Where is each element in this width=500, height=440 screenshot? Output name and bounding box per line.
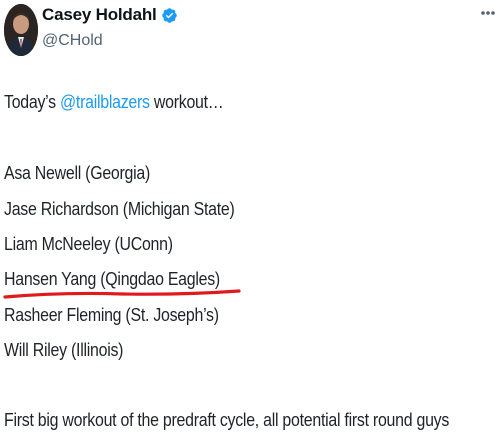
tweet-closing: First big workout of the predraft cycle,… — [4, 409, 450, 430]
verified-badge-icon — [161, 7, 178, 24]
more-options-icon[interactable] — [480, 10, 496, 16]
author-handle[interactable]: @CHold — [42, 32, 103, 50]
red-underline-annotation — [3, 289, 241, 299]
player-line-2: Jase Richardson (Michigan State) — [4, 198, 235, 219]
intro-suffix: workout… — [149, 91, 224, 112]
player-line-1: Asa Newell (Georgia) — [4, 162, 151, 183]
author-display-name[interactable]: Casey Holdahl — [42, 5, 157, 25]
player-line-6: Will Riley (Illinois) — [4, 339, 124, 360]
author-name-row[interactable]: Casey Holdahl — [42, 5, 178, 25]
player-line-3: Liam McNeeley (UConn) — [4, 233, 173, 254]
intro-prefix: Today’s — [4, 91, 61, 112]
tweet-intro: Today’s @trailblazers workout… — [4, 91, 224, 113]
player-line-4-highlighted: Hansen Yang (Qingdao Eagles) — [4, 268, 220, 289]
avatar-photo — [4, 4, 38, 56]
avatar[interactable] — [4, 4, 38, 56]
mention-link[interactable]: @trailblazers — [60, 91, 150, 112]
player-line-5: Rasheer Fleming (St. Joseph’s) — [4, 304, 219, 325]
